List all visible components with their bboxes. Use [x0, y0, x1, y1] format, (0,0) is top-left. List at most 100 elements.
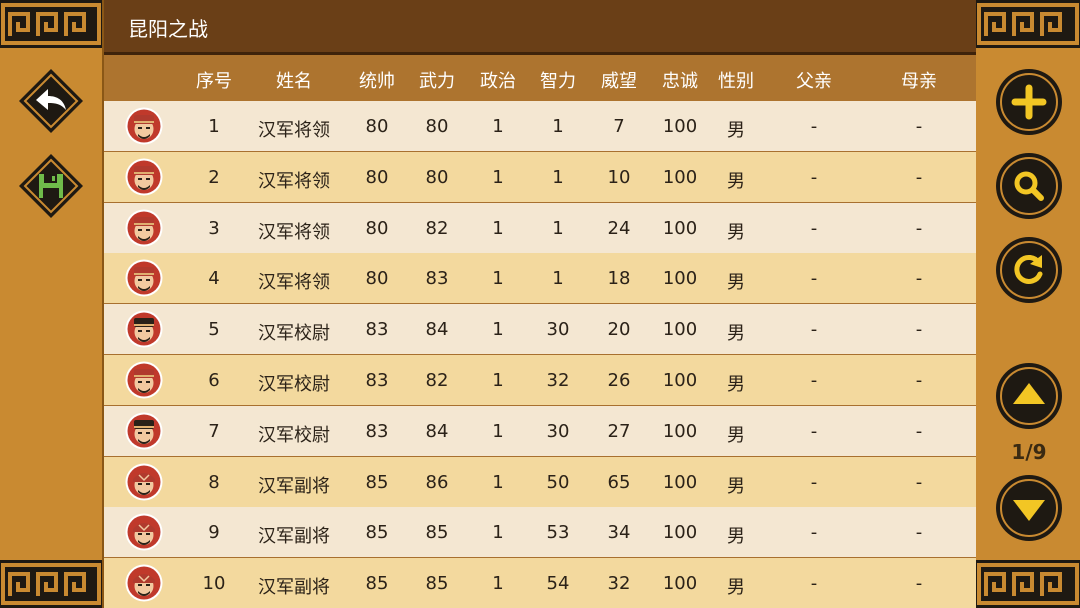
cell-leadership: 85: [365, 573, 389, 595]
col-header-gender[interactable]: 性别: [710, 67, 762, 93]
cell-prestige: 24: [607, 217, 631, 239]
cell-politics: 1: [492, 573, 504, 595]
meander-border-top-right: [976, 0, 1080, 48]
save-button[interactable]: [17, 152, 85, 224]
table-row[interactable]: 3 汉军将领 80 82 1 1 24 100 男 - -: [104, 202, 976, 253]
cell-prestige: 26: [607, 370, 631, 391]
cell-id: 6: [208, 370, 220, 391]
cell-leadership: 83: [365, 319, 389, 341]
cell-leadership: 80: [365, 217, 389, 239]
cell-id: 2: [208, 166, 220, 188]
page-up-button[interactable]: [995, 362, 1063, 434]
search-button[interactable]: [995, 152, 1063, 224]
cell-leadership: 80: [365, 268, 389, 290]
cell-leadership: 85: [365, 471, 389, 493]
back-button[interactable]: [17, 67, 85, 139]
cell-name: 汉军校尉: [258, 374, 330, 395]
cell-loyalty: 100: [662, 319, 698, 341]
cell-war: 80: [425, 166, 449, 188]
cell-father: -: [810, 268, 818, 290]
cell-leadership: 85: [365, 522, 389, 544]
cell-loyalty: 100: [662, 420, 698, 442]
cell-name: 汉军副将: [258, 577, 330, 599]
cell-mother: -: [915, 573, 923, 595]
cell-mother: -: [915, 166, 923, 188]
cell-gender: 男: [727, 221, 745, 243]
table-row[interactable]: 10 汉军副将 85 85 1 54 32 100 男 - -: [104, 558, 976, 608]
cell-politics: 1: [492, 268, 504, 290]
cell-war: 82: [425, 217, 449, 239]
cell-leadership: 80: [365, 116, 389, 137]
cell-loyalty: 100: [662, 166, 698, 188]
cell-name: 汉军将领: [258, 221, 330, 243]
table-row[interactable]: 6 汉军校尉 83 82 1 32 26 100 男 - -: [104, 355, 976, 405]
cell-war: 85: [425, 573, 449, 595]
cell-gender: 男: [727, 526, 745, 548]
cell-war: 83: [425, 268, 449, 290]
col-header-prestige[interactable]: 威望: [593, 67, 645, 93]
cell-father: -: [810, 471, 818, 493]
cell-id: 4: [208, 268, 220, 290]
col-header-intelligence[interactable]: 智力: [532, 67, 584, 93]
cell-father: -: [810, 370, 818, 391]
col-header-loyalty[interactable]: 忠诚: [654, 67, 706, 93]
col-header-name[interactable]: 姓名: [249, 67, 339, 93]
cell-name: 汉军校尉: [258, 424, 330, 446]
cell-intelligence: 30: [546, 319, 570, 341]
refresh-button[interactable]: [995, 236, 1063, 308]
col-header-politics[interactable]: 政治: [472, 67, 524, 93]
table-row[interactable]: 7 汉军校尉 83 84 1 30 27 100 男 - -: [104, 405, 976, 456]
meander-border-bottom-left: [0, 560, 102, 608]
cell-mother: -: [915, 370, 923, 391]
cell-loyalty: 100: [662, 573, 698, 595]
cell-id: 5: [208, 319, 220, 341]
page-down-button[interactable]: [995, 474, 1063, 546]
search-icon: [996, 153, 1062, 219]
cell-name: 汉军校尉: [258, 323, 330, 345]
table-row[interactable]: 5 汉军校尉 83 84 1 30 20 100 男 - -: [104, 304, 976, 355]
cell-prestige: 34: [607, 522, 631, 544]
meander-border-bottom-right: [976, 560, 1080, 608]
title-bar: 昆阳之战: [104, 0, 976, 55]
col-header-leadership[interactable]: 统帅: [351, 67, 403, 93]
cell-intelligence: 1: [552, 166, 564, 188]
cell-father: -: [810, 420, 818, 442]
cell-father: -: [810, 116, 818, 137]
table-row[interactable]: 4 汉军将领 80 83 1 1 18 100 男 - -: [104, 253, 976, 304]
col-header-id[interactable]: 序号: [188, 67, 240, 93]
cell-id: 1: [208, 116, 220, 137]
cell-intelligence: 50: [546, 471, 570, 493]
meander-border-top-left: [0, 0, 102, 48]
cell-father: -: [810, 319, 818, 341]
cell-gender: 男: [727, 374, 745, 395]
table-row[interactable]: 1 汉军将领 80 80 1 1 7 100 男 - -: [104, 101, 976, 151]
col-header-war[interactable]: 武力: [411, 67, 463, 93]
table-row[interactable]: 9 汉军副将 85 85 1 53 34 100 男 - -: [104, 507, 976, 558]
cell-mother: -: [915, 471, 923, 493]
cell-prestige: 27: [607, 420, 631, 442]
table-row[interactable]: 2 汉军将领 80 80 1 1 10 100 男 - -: [104, 151, 976, 202]
cell-war: 80: [425, 116, 449, 137]
cell-mother: -: [915, 420, 923, 442]
cell-war: 82: [425, 370, 449, 391]
table-row[interactable]: 8 汉军副将 85 86 1 50 65 100 男 - -: [104, 456, 976, 507]
cell-id: 3: [208, 217, 220, 239]
back-arrow-icon: [19, 69, 83, 133]
col-header-father[interactable]: 父亲: [788, 67, 840, 93]
cell-id: 10: [202, 573, 226, 595]
cell-prestige: 7: [613, 116, 625, 137]
officer-table: 序号 姓名 统帅 武力 政治 智力 威望 忠诚 性别 父亲 母亲 1 汉军将领 80…: [104, 55, 976, 608]
arrow-down-icon: [996, 475, 1062, 541]
cell-intelligence: 32: [546, 370, 570, 391]
add-button[interactable]: [995, 68, 1063, 140]
officer-portrait-red: [125, 158, 163, 196]
cell-gender: 男: [727, 323, 745, 345]
cell-loyalty: 100: [662, 370, 698, 391]
cell-politics: 1: [492, 166, 504, 188]
cell-intelligence: 54: [546, 573, 570, 595]
cell-war: 84: [425, 319, 449, 341]
officer-portrait-helmet: [125, 513, 163, 551]
cell-gender: 男: [727, 272, 745, 294]
cell-name: 汉军副将: [258, 526, 330, 548]
col-header-mother[interactable]: 母亲: [893, 67, 945, 93]
